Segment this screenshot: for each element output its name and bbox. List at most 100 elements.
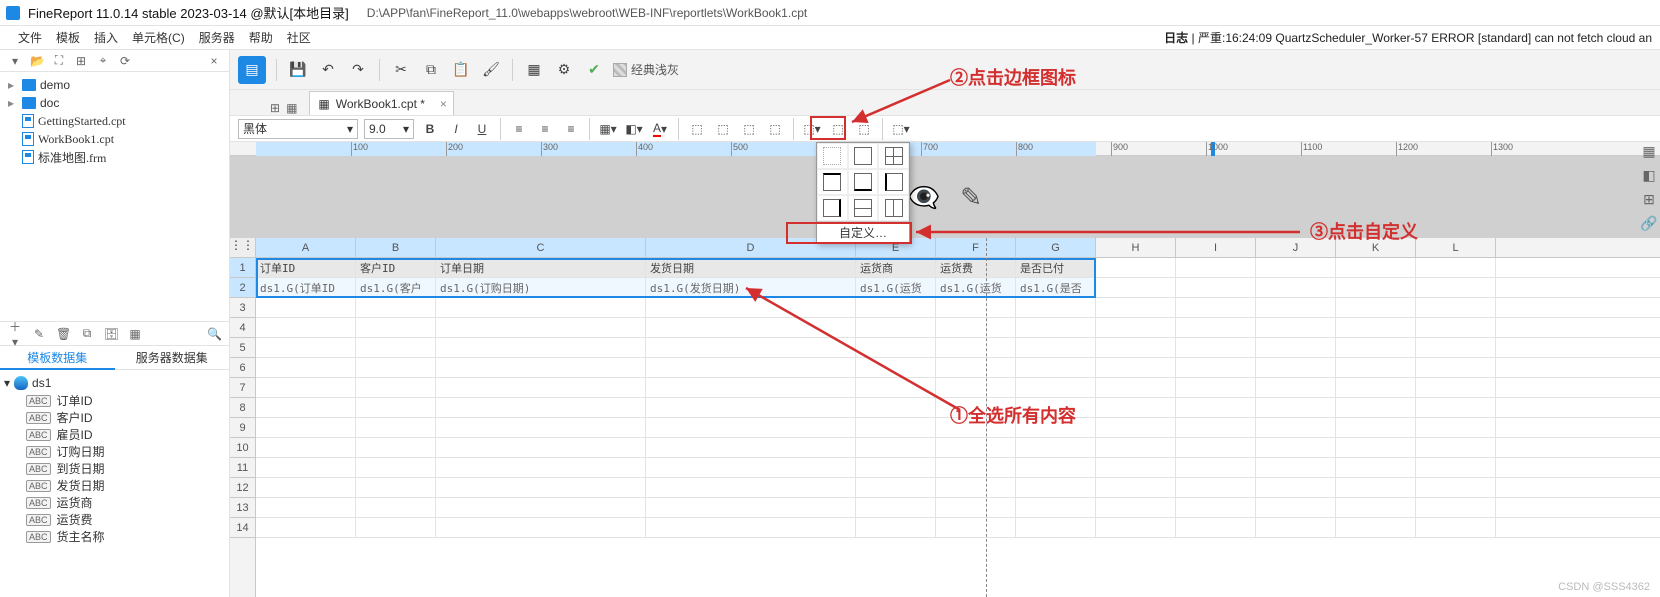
col-header[interactable]: C <box>436 238 646 257</box>
cell[interactable] <box>646 418 856 437</box>
cell[interactable] <box>1256 458 1336 477</box>
cell[interactable] <box>256 338 356 357</box>
cell[interactable] <box>1336 478 1416 497</box>
cell[interactable] <box>1256 298 1336 317</box>
cell[interactable] <box>1416 338 1496 357</box>
border-left-icon[interactable] <box>878 169 909 195</box>
tree-folder-demo[interactable]: ▸demo <box>4 76 225 94</box>
merge3-icon[interactable]: ⬚ <box>739 119 759 139</box>
cell[interactable] <box>436 438 646 457</box>
check-icon[interactable]: ✔ <box>583 59 605 81</box>
props-icon[interactable]: ⊞ <box>1640 190 1658 208</box>
row-header[interactable]: 4 <box>230 318 255 338</box>
merge-icon[interactable]: ⬚ <box>687 119 707 139</box>
cell[interactable] <box>256 518 356 537</box>
border-bottom-icon[interactable] <box>848 169 879 195</box>
cell[interactable]: 客户ID <box>356 258 436 277</box>
cell[interactable] <box>1256 478 1336 497</box>
delete-ds-icon[interactable]: 🗑 <box>56 327 70 341</box>
doc-tab-workbook1[interactable]: ▦ WorkBook1.cpt * × <box>309 91 454 115</box>
cell[interactable] <box>1096 338 1176 357</box>
cell[interactable]: ds1.G(客户 <box>356 278 436 297</box>
cell[interactable] <box>356 418 436 437</box>
dataset-tree[interactable]: ▾ds1 ABC订单ID ABC客户ID ABC雇员ID ABC订购日期 ABC… <box>0 370 229 597</box>
cell[interactable] <box>436 318 646 337</box>
split-icon[interactable]: ⬚ <box>765 119 785 139</box>
cell[interactable] <box>856 498 936 517</box>
cell[interactable]: 订单ID <box>256 258 356 277</box>
cell[interactable] <box>646 298 856 317</box>
cell[interactable] <box>1256 358 1336 377</box>
cell[interactable] <box>1256 278 1336 297</box>
cell[interactable] <box>436 338 646 357</box>
paste-icon[interactable]: 📋 <box>450 59 472 81</box>
indent-dec-icon[interactable]: ⬚ <box>828 119 848 139</box>
cell[interactable] <box>856 518 936 537</box>
settings-icon[interactable]: ⚙ <box>553 59 575 81</box>
align-center-icon[interactable]: ≡ <box>535 119 555 139</box>
cell[interactable] <box>646 498 856 517</box>
cell[interactable] <box>1176 338 1256 357</box>
cell[interactable] <box>1096 498 1176 517</box>
clear-icon[interactable]: ⬚▾ <box>891 119 911 139</box>
cell[interactable]: 是否已付 <box>1016 258 1096 277</box>
row-header[interactable]: 12 <box>230 478 255 498</box>
menu-help[interactable]: 帮助 <box>249 29 273 46</box>
cell[interactable] <box>1016 418 1096 437</box>
cell[interactable] <box>356 518 436 537</box>
cell[interactable] <box>1016 518 1096 537</box>
cell[interactable] <box>856 478 936 497</box>
cell[interactable] <box>1176 438 1256 457</box>
tree-expand-icon[interactable]: ⛶ <box>52 53 66 68</box>
cell[interactable] <box>256 358 356 377</box>
tree-file-gettingstarted[interactable]: GettingStarted.cpt <box>4 112 225 130</box>
cell[interactable] <box>1096 518 1176 537</box>
cell[interactable] <box>646 478 856 497</box>
cell[interactable] <box>1336 438 1416 457</box>
ds-field[interactable]: ABC货主名称 <box>4 528 225 545</box>
theme-selector[interactable]: 经典浅灰 <box>613 61 679 78</box>
bold-button[interactable]: B <box>420 119 440 139</box>
cell[interactable] <box>1256 378 1336 397</box>
cell[interactable] <box>256 378 356 397</box>
cell[interactable] <box>936 498 1016 517</box>
cell[interactable] <box>436 358 646 377</box>
ds-field[interactable]: ABC到货日期 <box>4 460 225 477</box>
cell[interactable] <box>1176 418 1256 437</box>
border-button[interactable]: ▦▾ <box>598 119 618 139</box>
row-header[interactable]: 1 <box>230 258 255 278</box>
cell[interactable] <box>1336 338 1416 357</box>
font-size-select[interactable]: 9.0▾ <box>364 119 414 139</box>
cell[interactable]: ds1.G(订单ID <box>256 278 356 297</box>
tree-collapse-icon[interactable]: ⊞ <box>74 54 88 68</box>
undo-icon[interactable]: ↶ <box>317 59 339 81</box>
cell[interactable] <box>936 438 1016 457</box>
save-icon[interactable]: 💾 <box>287 59 309 81</box>
cell[interactable] <box>1016 438 1096 457</box>
cell[interactable] <box>1336 318 1416 337</box>
cell[interactable] <box>856 458 936 477</box>
zoom-icon[interactable]: ▦ <box>286 101 297 115</box>
cell[interactable] <box>1096 458 1176 477</box>
cell[interactable] <box>256 438 356 457</box>
cell[interactable] <box>1016 458 1096 477</box>
cell[interactable] <box>1416 278 1496 297</box>
indent-inc-icon[interactable]: ⬚ <box>854 119 874 139</box>
align-left-icon[interactable]: ≡ <box>509 119 529 139</box>
cell[interactable] <box>646 358 856 377</box>
cell[interactable] <box>1256 318 1336 337</box>
menu-insert[interactable]: 插入 <box>94 29 118 46</box>
col-header[interactable]: G <box>1016 238 1096 257</box>
cell[interactable] <box>936 418 1016 437</box>
cell[interactable] <box>1016 338 1096 357</box>
cell[interactable] <box>856 298 936 317</box>
cell[interactable] <box>646 378 856 397</box>
hide-icon[interactable]: 👁‍🗨 <box>908 182 940 213</box>
cell[interactable] <box>356 318 436 337</box>
copy-icon[interactable]: ⧉ <box>420 59 442 81</box>
row-header[interactable]: 8 <box>230 398 255 418</box>
cell[interactable] <box>436 478 646 497</box>
cell[interactable]: 运货费 <box>936 258 1016 277</box>
edit-ds-icon[interactable]: ✎ <box>32 327 46 341</box>
cell[interactable] <box>1176 378 1256 397</box>
